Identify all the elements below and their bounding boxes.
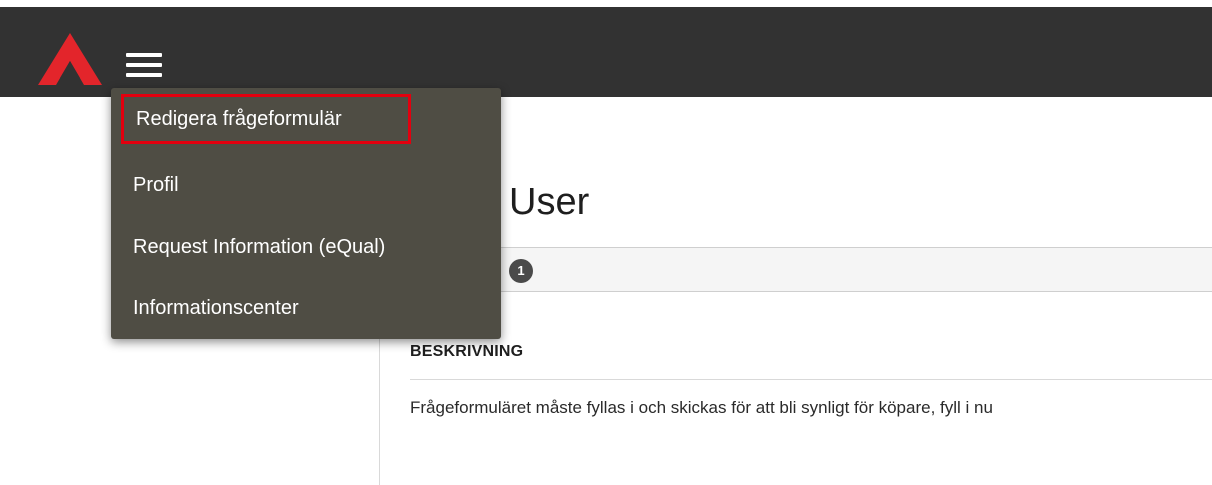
hamburger-menu-icon[interactable] [124, 51, 164, 81]
navigation-dropdown-menu: Redigera frågeformulär Profil Request In… [111, 88, 501, 339]
menu-item-profile[interactable]: Profil [111, 163, 501, 207]
menu-item-information-center[interactable]: Informationscenter [111, 286, 501, 330]
top-navigation-bar [0, 0, 1212, 97]
brand-logo-icon[interactable] [36, 31, 104, 87]
menu-item-request-information[interactable]: Request Information (eQual) [111, 225, 501, 269]
tab-strip: › 1 [379, 247, 1212, 292]
section-description: Frågeformuläret måste fyllas i och skick… [410, 398, 993, 417]
menu-item-edit-questionnaire[interactable]: Redigera frågeformulär [121, 94, 411, 144]
section-heading: BESKRIVNING [410, 343, 524, 360]
page-title: User [509, 181, 590, 223]
count-badge[interactable]: 1 [509, 259, 533, 283]
section-divider [410, 379, 1212, 380]
column-divider [379, 322, 380, 485]
